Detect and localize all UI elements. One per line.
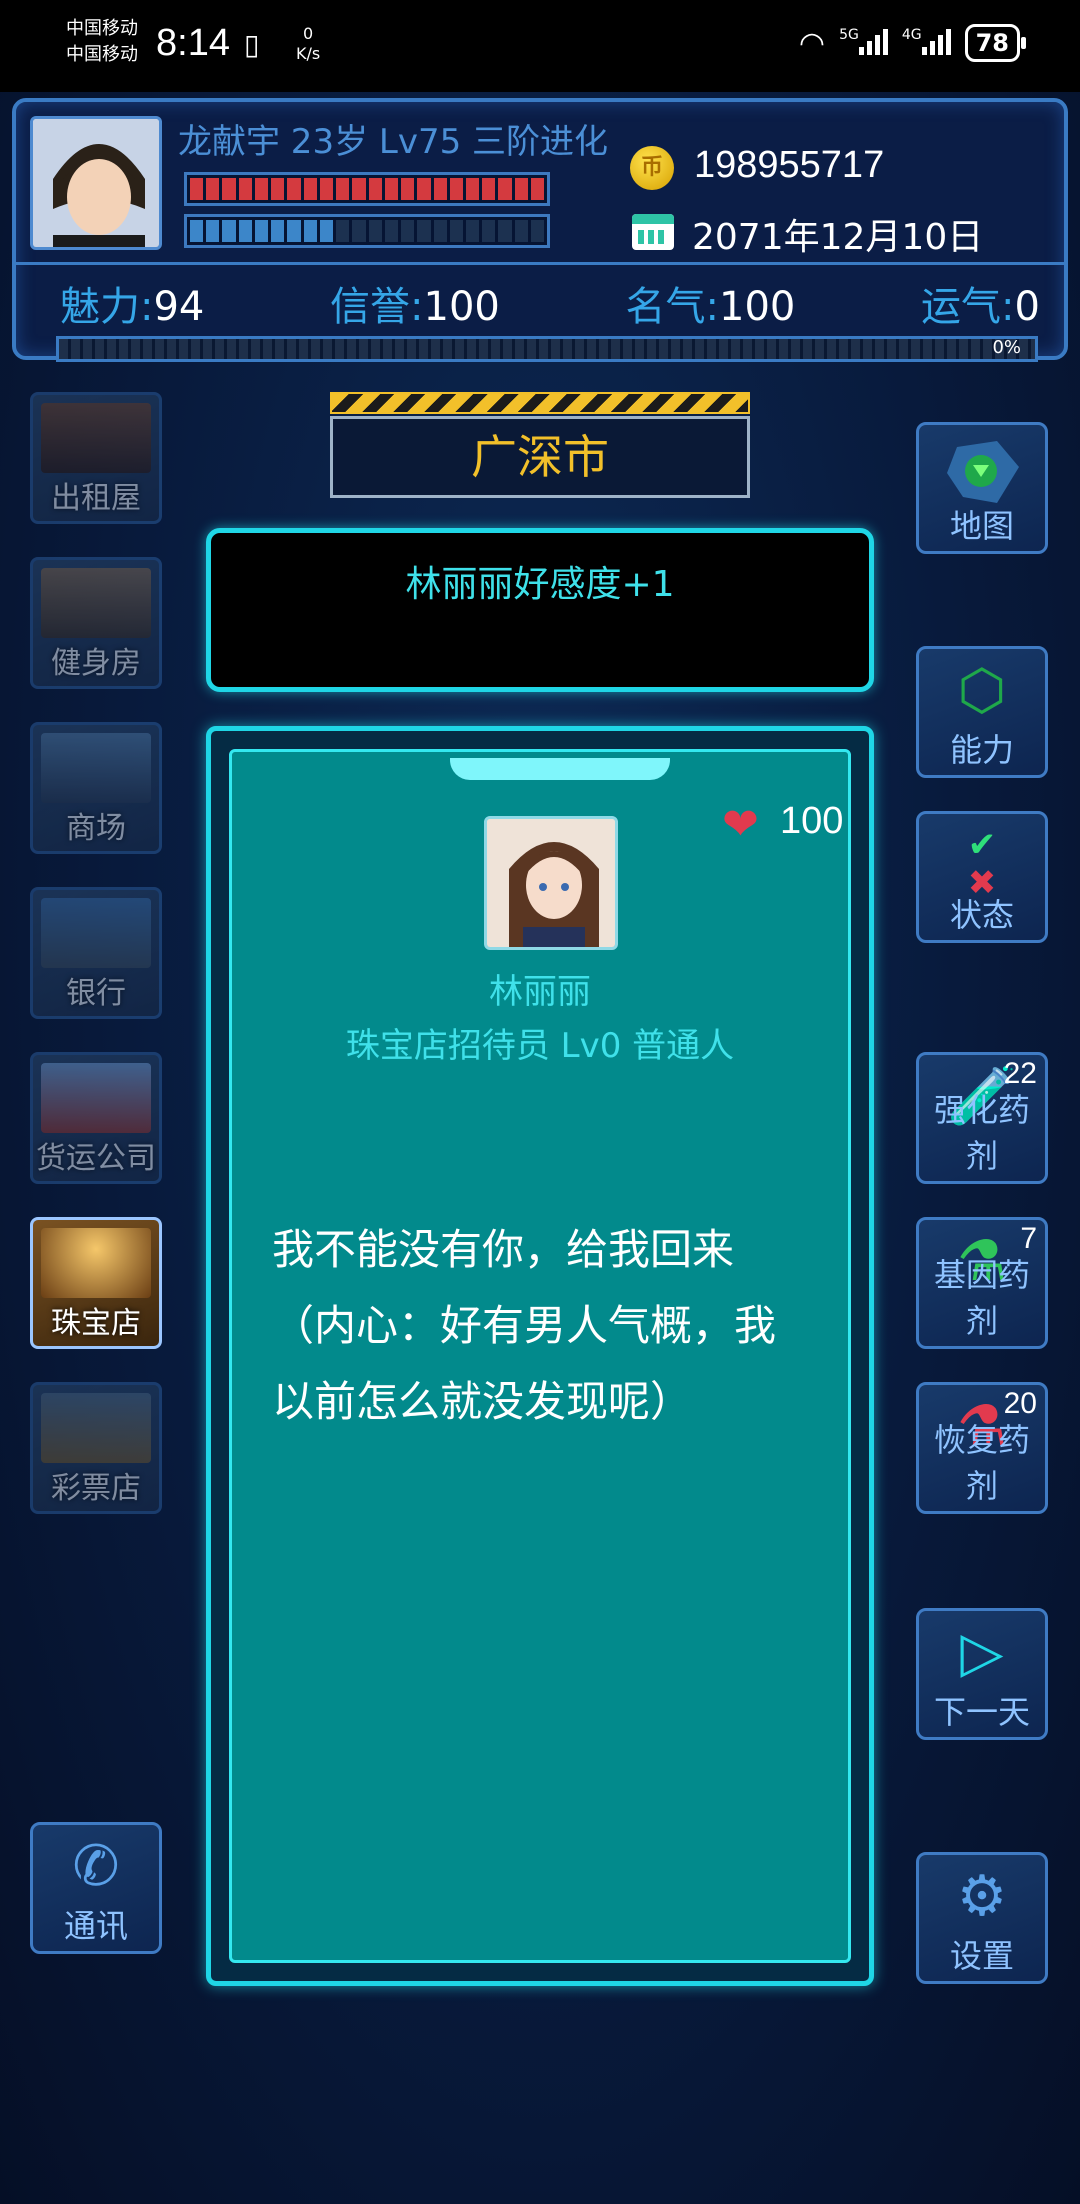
player-panel: 龙献宇 23岁 Lv75 三阶进化 币 198955717 2071年12月10…	[12, 98, 1068, 362]
status-button[interactable]: ✔ ✖ 状态	[916, 811, 1048, 943]
npc-card: ❤ 100 林丽丽 珠宝店招待员 Lv0 普通人 我不能没有你，给我回来（内心：…	[206, 726, 874, 1986]
network-speed: 0 K/s	[296, 24, 321, 63]
npc-avatar[interactable]	[484, 816, 618, 950]
jewelry-store-thumbnail	[41, 1228, 151, 1298]
play-icon: ▷	[960, 1620, 1004, 1685]
contact-button[interactable]: ✆ 通讯	[30, 1822, 162, 1954]
next-day-button[interactable]: ▷ 下一天	[916, 1608, 1048, 1740]
status-bar: 中国移动 中国移动 8:14 ▯ 0 K/s ◠ 5G 4G 78	[0, 0, 1080, 92]
heart-icon: ❤	[722, 799, 759, 850]
stat-charm: 魅力:94	[60, 284, 205, 330]
city-banner: 广深市	[330, 416, 750, 498]
player-avatar[interactable]	[30, 116, 162, 250]
notification-text: 林丽丽好感度+1	[405, 564, 675, 605]
stat-reputation: 信誉:100	[330, 284, 500, 330]
carrier-2: 中国移动	[66, 44, 138, 65]
carrier-1: 中国移动	[66, 18, 138, 39]
gear-icon: ⚙	[956, 1864, 1008, 1929]
battery-indicator: 78	[964, 24, 1027, 62]
npc-name: 林丽丽	[489, 972, 591, 1012]
signal-5g-icon: 5G	[839, 27, 888, 60]
city-banner-stripe	[330, 392, 750, 414]
ability-icon: ⬡	[957, 658, 1007, 723]
game-date: 2071年12月10日	[692, 217, 984, 258]
lottery-thumbnail	[41, 1393, 151, 1463]
freight-thumbnail	[41, 1063, 151, 1133]
nav-rental-room[interactable]: 出租屋	[30, 392, 162, 524]
npc-title: 珠宝店招待员 Lv0 普通人	[345, 1026, 735, 1066]
stat-luck: 运气:0	[921, 284, 1040, 330]
settings-button[interactable]: ⚙ 设置	[916, 1852, 1048, 1984]
map-button[interactable]: 地图	[916, 422, 1048, 554]
clock: 8:14	[156, 22, 230, 64]
card-tab	[450, 758, 670, 780]
mall-thumbnail	[41, 733, 151, 803]
city-name: 广深市	[471, 430, 609, 484]
nav-freight-company[interactable]: 货运公司	[30, 1052, 162, 1184]
calendar-icon	[632, 214, 674, 250]
carrier-labels: 中国移动 中国移动	[66, 16, 138, 68]
gene-potion-button[interactable]: ⚗ 7 基因药剂	[916, 1217, 1048, 1349]
npc-card-inner: ❤ 100 林丽丽 珠宝店招待员 Lv0 普通人 我不能没有你，给我回来（内心：…	[229, 749, 851, 1963]
energy-bar	[184, 214, 550, 248]
vibrate-icon: ▯	[244, 28, 260, 61]
nav-gym[interactable]: 健身房	[30, 557, 162, 689]
ability-button[interactable]: ⬡ 能力	[916, 646, 1048, 778]
panel-divider	[16, 262, 1064, 265]
enhance-potion-button[interactable]: 🧪 22 强化药剂	[916, 1052, 1048, 1184]
wifi-icon: ◠	[798, 25, 826, 61]
coin-balance: 198955717	[694, 144, 885, 186]
nav-bank[interactable]: 银行	[30, 887, 162, 1019]
coin-icon: 币	[630, 146, 674, 190]
status-icons: ◠ 5G 4G 78	[798, 24, 1027, 62]
nav-mall[interactable]: 商场	[30, 722, 162, 854]
rental-room-thumbnail	[41, 403, 151, 473]
gym-thumbnail	[41, 568, 151, 638]
nav-lottery-store[interactable]: 彩票店	[30, 1382, 162, 1514]
experience-bar: 0%	[56, 336, 1038, 362]
stat-fame: 名气:100	[625, 284, 796, 330]
notification-box: 林丽丽好感度+1	[206, 528, 874, 692]
signal-4g-icon: 4G	[902, 27, 951, 60]
phone-icon: ✆	[72, 1834, 120, 1899]
recovery-potion-button[interactable]: ⚗ 20 恢复药剂	[916, 1382, 1048, 1514]
nav-jewelry-store[interactable]: 珠宝店	[30, 1217, 162, 1349]
npc-dialog: 我不能没有你，给我回来（内心：好有男人气概，我以前怎么就没发现呢）	[272, 1225, 777, 1426]
player-info: 龙献宇 23岁 Lv75 三阶进化	[178, 122, 609, 162]
bank-thumbnail	[41, 898, 151, 968]
health-bar	[184, 172, 550, 206]
experience-percent: 0%	[992, 337, 1021, 358]
affection-value: 100	[780, 800, 844, 842]
stats-row: 魅力:94 信誉:100 名气:100 运气:0	[60, 274, 1040, 332]
